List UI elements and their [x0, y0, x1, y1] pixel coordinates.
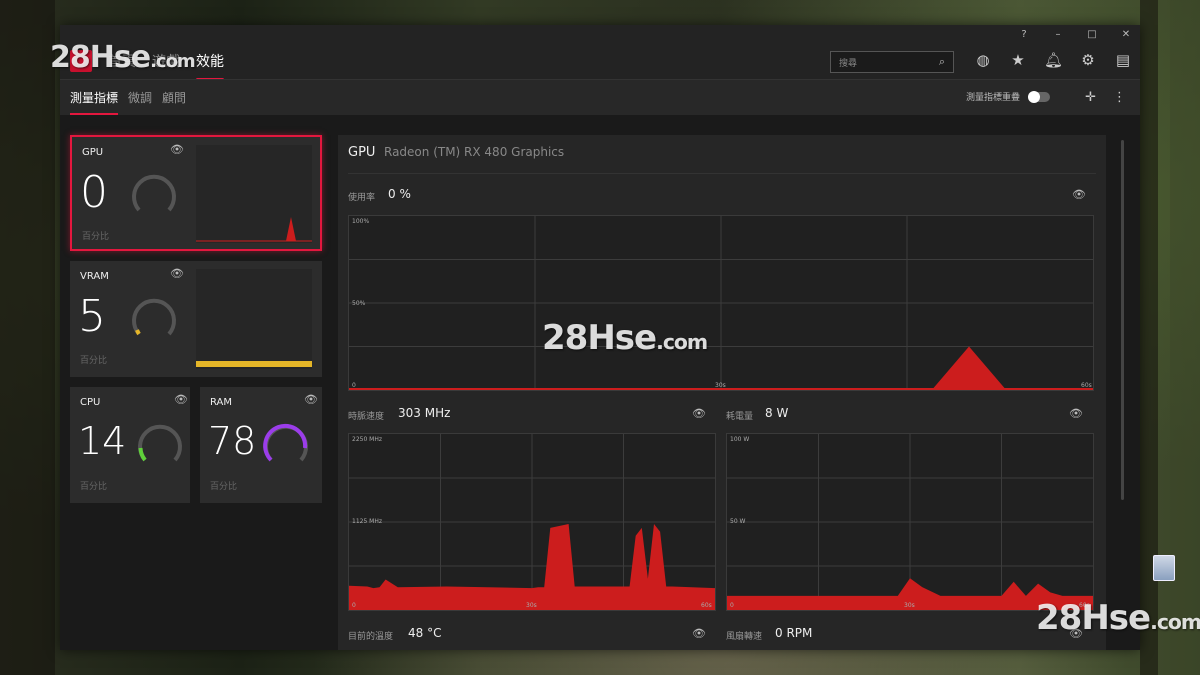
power-label: 耗電量 — [726, 412, 754, 422]
gpu-sparkline — [196, 145, 312, 243]
star-icon[interactable]: ★ — [1009, 51, 1027, 69]
scrollbar[interactable] — [1121, 140, 1124, 500]
help-button[interactable]: ? — [1018, 29, 1030, 40]
watermark-logo: 28Hse.com — [542, 318, 708, 358]
x-tick-label: 30s — [715, 382, 726, 389]
sidebar-icon[interactable]: ▤ — [1114, 51, 1132, 69]
search-placeholder: 搜尋 — [839, 58, 858, 69]
metrics-content: GPU 👁︎ 0 百分比 VRAM 👁︎ 5 百分比 CPU 👁︎ 14 百分比… — [60, 115, 1140, 650]
cpu-tile[interactable]: CPU 👁︎ 14 百分比 — [70, 387, 190, 503]
y-tick-label: 50 W — [730, 518, 746, 525]
chart-plot — [727, 434, 1093, 610]
y-tick-label: 100 W — [730, 436, 750, 443]
y-tick-label: 50% — [352, 300, 366, 307]
vram-sparkline — [196, 269, 312, 369]
clock-value: 303 MHz — [398, 406, 451, 420]
bell-icon[interactable]: 🔔︎ — [1044, 51, 1063, 69]
watermark-logo: 28Hse.com — [50, 40, 196, 75]
globe-icon[interactable]: ◍ — [974, 51, 992, 69]
search-box[interactable]: 搜尋 ⌕ — [830, 51, 954, 73]
recycle-bin-desktop-icon[interactable] — [1146, 555, 1182, 581]
watermark-logo: 28Hse.com — [1036, 598, 1200, 638]
x-tick-label: 60s — [1081, 382, 1092, 389]
x-tick-label: 30s — [526, 602, 537, 609]
recycle-bin-icon — [1153, 555, 1175, 581]
eye-icon[interactable]: 👁︎ — [170, 143, 184, 156]
minimize-button[interactable]: – — [1052, 29, 1064, 40]
x-tick-label: 60s — [701, 602, 712, 609]
usage-label: 使用率 — [348, 193, 376, 203]
tab-advisors[interactable]: 顧問 — [162, 86, 186, 109]
tile-unit: 百分比 — [80, 356, 108, 366]
usage-chart: 100% 50% 0 30s 60s — [348, 215, 1094, 391]
tile-name: GPU — [82, 147, 104, 158]
y-tick-label: 0 — [352, 602, 356, 609]
tab-metrics[interactable]: 測量指標 — [70, 86, 119, 115]
crosshair-icon[interactable]: ✛ — [1085, 90, 1096, 105]
cpu-gauge — [138, 424, 182, 462]
clock-label: 時脈速度 — [348, 412, 385, 422]
gear-icon[interactable]: ⚙ — [1079, 51, 1097, 69]
panel-title: GPU — [348, 145, 376, 160]
tile-unit: 百分比 — [210, 482, 238, 492]
metrics-overlay-toggle[interactable] — [1028, 90, 1050, 103]
gpu-detail-panel: GPU Radeon (TM) RX 480 Graphics 使用率 0 % … — [338, 135, 1106, 650]
tile-name: RAM — [210, 397, 233, 408]
chart-plot — [349, 434, 715, 610]
usage-value: 0 % — [388, 187, 411, 201]
power-value: 8 W — [765, 406, 789, 420]
tile-value: 78 — [208, 419, 257, 463]
vram-tile[interactable]: VRAM 👁︎ 5 百分比 — [70, 261, 322, 377]
search-icon[interactable]: ⌕ — [939, 55, 945, 69]
y-tick-label: 1125 MHz — [352, 518, 383, 525]
eye-icon[interactable]: 👁︎ — [692, 407, 706, 420]
eye-icon[interactable]: 👁︎ — [1072, 188, 1086, 201]
gpu-tile[interactable]: GPU 👁︎ 0 百分比 — [70, 135, 322, 251]
ram-tile[interactable]: RAM 👁︎ 78 百分比 — [200, 387, 322, 503]
vram-gauge — [132, 298, 176, 336]
gpu-gauge — [132, 174, 176, 212]
eye-icon[interactable]: 👁︎ — [304, 393, 318, 406]
temperature-value: 48 °C — [408, 626, 442, 640]
metrics-overlay-label: 測量指標重疊 — [965, 93, 1020, 103]
panel-divider — [348, 173, 1096, 174]
top-navigation: 首頁 遊戲 效能 搜尋 ⌕ ◍ ★ 🔔︎ ⚙ ▤ — [60, 43, 1140, 81]
more-options-icon[interactable]: ⋮ — [1113, 90, 1126, 105]
eye-icon[interactable]: 👁︎ — [170, 267, 184, 280]
tile-unit: 百分比 — [82, 232, 110, 242]
eye-icon[interactable]: 👁︎ — [692, 627, 706, 640]
maximize-button[interactable]: □ — [1086, 29, 1098, 40]
tile-value: 14 — [78, 419, 127, 463]
tile-unit: 百分比 — [80, 482, 108, 492]
y-tick-label: 0 — [730, 602, 734, 609]
power-chart: 100 W 50 W 0 30s 60s — [726, 433, 1094, 611]
tile-name: VRAM — [80, 271, 109, 282]
y-tick-label: 2250 MHz — [352, 436, 383, 443]
tab-tuning[interactable]: 微調 — [128, 86, 152, 109]
y-tick-label: 100% — [352, 218, 370, 225]
clock-chart: 2250 MHz 1125 MHz 0 30s 60s — [348, 433, 716, 611]
fan-value: 0 RPM — [775, 626, 813, 640]
sub-navigation: 測量指標 微調 顧問 測量指標重疊 ✛ ⋮ — [60, 79, 1140, 115]
metrics-overlay-control: 測量指標重疊 — [966, 90, 1050, 103]
tile-value: 0 — [80, 167, 108, 218]
fan-label: 風扇轉速 — [726, 632, 763, 642]
eye-icon[interactable]: 👁︎ — [1069, 407, 1083, 420]
close-button[interactable]: ✕ — [1120, 29, 1132, 40]
eye-icon[interactable]: 👁︎ — [174, 393, 188, 406]
y-tick-label: 0 — [352, 382, 356, 389]
panel-gpu-model: Radeon (TM) RX 480 Graphics — [384, 145, 565, 159]
title-bar: ? – □ ✕ — [60, 25, 1140, 43]
chart-plot — [349, 216, 1093, 390]
tile-name: CPU — [80, 397, 101, 408]
tile-value: 5 — [78, 291, 106, 342]
x-tick-label: 30s — [904, 602, 915, 609]
ram-gauge — [263, 423, 308, 462]
temperature-label: 目前的溫度 — [348, 632, 394, 642]
tab-performance[interactable]: 效能 — [196, 47, 224, 81]
